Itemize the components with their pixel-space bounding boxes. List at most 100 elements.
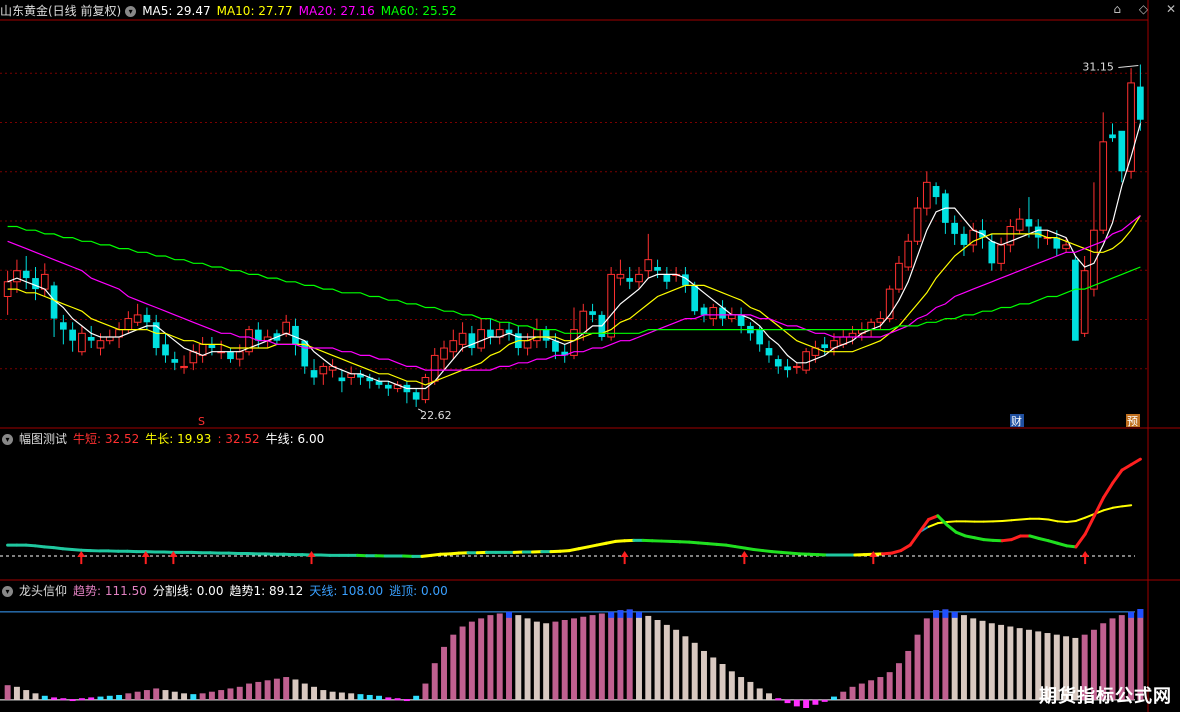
candle-body [1109,134,1116,139]
chart-canvas[interactable]: 31.15 22.62 S 财 预 [0,0,1180,712]
trend-bar [32,693,39,700]
candle-body [13,270,21,283]
top-warning-bar [1137,609,1144,618]
trend-bar [784,699,791,704]
candle-body [1025,219,1033,227]
buy-arrow-head-icon [620,551,629,558]
candle-body [792,365,801,368]
trend-bar [793,699,800,707]
candle-body [997,244,1005,264]
trend-bar [988,623,995,700]
trend-bar [338,692,345,700]
trend-bar [60,698,67,701]
trend-bar [840,691,847,700]
s-marker-icon: S [198,415,205,428]
trend-bar [88,697,95,700]
candle-body [1080,270,1089,334]
candle-body [904,240,913,268]
candle-body [430,354,439,382]
trend-bar [311,686,318,700]
trend-bar [728,671,735,700]
trend-bar [478,618,485,700]
candle-body [96,340,105,349]
candle-body [663,274,671,282]
trend-bar [524,618,531,700]
trend-bar [143,690,150,700]
trend-bar [283,677,290,700]
bull-long-line [1056,520,1068,524]
trend-bar [320,690,327,700]
bull-long-line [1074,516,1087,522]
candle-body [1099,141,1108,231]
bull-short-line [1083,514,1096,536]
candle-body [922,181,931,209]
candle-body [523,340,532,349]
candle-body [1137,86,1144,120]
bull-short-line [1129,457,1142,467]
trend-bar [979,620,986,700]
candle-body [22,270,30,279]
trend-bar [385,697,392,700]
trend-bar [914,634,921,700]
candle-body [960,233,968,245]
trend-bar [701,650,707,700]
candle-body [784,366,791,371]
top-warning-bar [608,611,615,618]
trend-bar [13,686,20,700]
trend-bar [134,691,141,700]
candle-body [589,311,596,315]
trend-bar [636,611,642,700]
trend-bar [598,613,605,700]
candle-body [189,351,198,364]
trend-bar [506,611,512,700]
trend-bar [23,690,30,700]
trend-bar [413,695,420,700]
candle-body [32,278,39,290]
trend-bar [264,680,271,700]
trend-bar [821,699,828,702]
candle-body [635,273,643,283]
candle-body [932,186,940,198]
trend-bar [227,688,234,700]
trend-bar [682,636,689,700]
trend-bar [69,699,76,702]
trend-bar [348,693,355,700]
trend-bar [357,694,364,700]
candle-body [227,351,234,360]
buy-arrow-head-icon [740,551,749,558]
bull-long-line [1065,519,1077,524]
candle-body [40,273,49,290]
trend-bar [858,683,865,700]
trend-bar [747,681,754,700]
trend-bar [441,646,447,700]
trend-bar [190,694,197,700]
candle-body [1015,218,1024,231]
trend-bar [292,679,299,700]
candle-body [143,314,151,323]
trend-bar [552,621,559,700]
candle-body [87,336,95,341]
bull-long-line [1120,504,1133,508]
candle-body [162,344,169,356]
trend-bar [719,664,726,700]
bull-long-line [1047,518,1059,523]
trend-bar [803,699,810,708]
high-price-label: 31.15 [1082,61,1114,74]
trend-bar [255,681,262,700]
trend-bar [366,694,373,700]
candle-body [821,344,829,349]
top-warning-bar [626,609,633,618]
top-warning-bar [951,611,958,618]
trend-bar [181,693,188,700]
trend-bar [246,683,253,700]
candle-body [654,267,661,271]
candle-body [458,332,467,345]
trend-bar [218,690,225,700]
candle-body [1062,244,1070,250]
bull-long-line [1038,517,1050,521]
trend-bar [1016,628,1023,700]
bull-long-line [1102,506,1114,512]
candle-body [487,329,494,337]
trend-bar [589,615,596,700]
bull-long-line [927,522,939,528]
